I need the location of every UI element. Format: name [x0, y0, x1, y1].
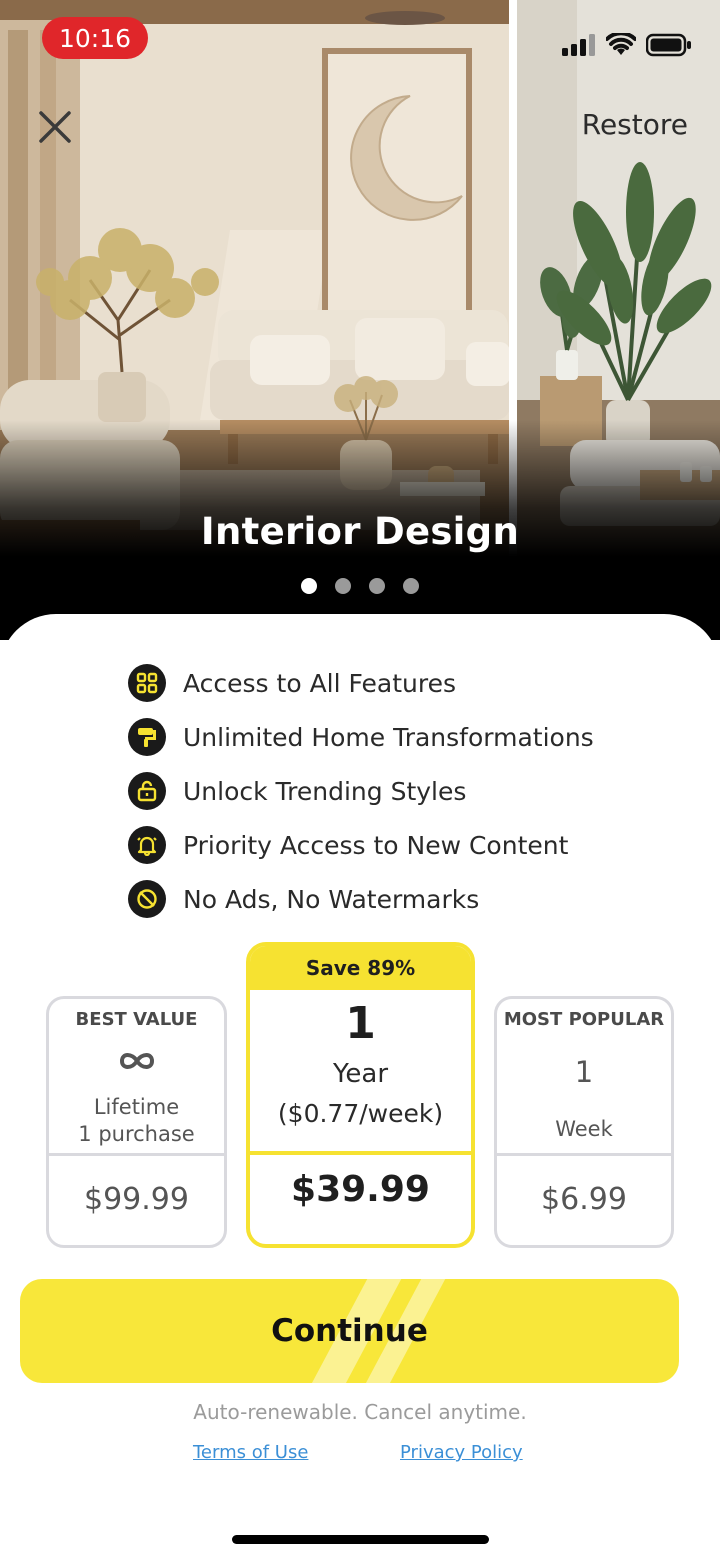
- hero-image: Interior Design: [0, 0, 720, 640]
- cellular-signal-icon: [562, 34, 595, 56]
- feature-label: No Ads, No Watermarks: [183, 884, 480, 914]
- status-time: 10:16: [42, 17, 148, 59]
- plan-badge: BEST VALUE: [75, 1009, 198, 1030]
- feature-list: Access to All Features Unlimited Home Tr…: [128, 656, 594, 926]
- feature-item: Access to All Features: [128, 656, 594, 710]
- plan-divider: [250, 1151, 471, 1155]
- feature-label: Unlimited Home Transformations: [183, 722, 594, 752]
- feature-item: Unlock Trending Styles: [128, 764, 594, 818]
- feature-label: Access to All Features: [183, 668, 457, 698]
- plan-price: $99.99: [84, 1182, 189, 1217]
- plan-card-year[interactable]: Save 89% 1 Year ($0.77/week) $39.99: [246, 942, 475, 1248]
- feature-item: Unlimited Home Transformations: [128, 710, 594, 764]
- plan-divider: [49, 1153, 224, 1156]
- page-dot-4[interactable]: [403, 578, 419, 594]
- infinity-icon: [49, 1049, 224, 1073]
- plan-note: 1 purchase: [78, 1122, 195, 1146]
- unlock-icon: [128, 772, 166, 810]
- plan-duration: Lifetime: [93, 1095, 180, 1119]
- plan-unit: Year: [332, 1059, 389, 1089]
- plan-quantity: 1: [345, 998, 376, 1049]
- grid-icon: [128, 664, 166, 702]
- plan-per-week: ($0.77/week): [277, 1099, 444, 1128]
- paint-roller-icon: [128, 718, 166, 756]
- plan-price: $6.99: [541, 1182, 627, 1217]
- plan-divider: [497, 1153, 671, 1156]
- page-indicator: [0, 578, 720, 594]
- plan-card-week[interactable]: MOST POPULAR 1 Week $6.99: [494, 996, 674, 1248]
- privacy-link[interactable]: Privacy Policy: [400, 1442, 523, 1463]
- restore-button[interactable]: Restore: [582, 108, 688, 141]
- home-indicator[interactable]: [232, 1535, 489, 1544]
- plan-badge: MOST POPULAR: [503, 1009, 665, 1030]
- save-badge: Save 89%: [250, 946, 471, 990]
- terms-link[interactable]: Terms of Use: [193, 1442, 308, 1463]
- feature-label: Unlock Trending Styles: [183, 776, 467, 806]
- page-dot-3[interactable]: [369, 578, 385, 594]
- plan-quantity: 1: [574, 1055, 594, 1089]
- hero-title: Interior Design: [200, 510, 520, 553]
- close-button[interactable]: [34, 106, 76, 148]
- battery-icon: [646, 33, 691, 57]
- close-icon: [39, 111, 71, 143]
- wifi-icon: [606, 33, 636, 55]
- feature-item: No Ads, No Watermarks: [128, 872, 594, 926]
- bell-icon: [128, 826, 166, 864]
- continue-label: Continue: [271, 1313, 428, 1349]
- renewal-note: Auto-renewable. Cancel anytime.: [193, 1400, 527, 1424]
- feature-label: Priority Access to New Content: [183, 830, 569, 860]
- page-dot-2[interactable]: [335, 578, 351, 594]
- continue-button[interactable]: Continue: [20, 1279, 679, 1383]
- no-ads-icon: [128, 880, 166, 918]
- page-dot-1[interactable]: [301, 578, 317, 594]
- plan-card-lifetime[interactable]: BEST VALUE Lifetime 1 purchase $99.99: [46, 996, 227, 1248]
- plan-price: $39.99: [291, 1169, 430, 1210]
- paywall-screen: Interior Design 10:16 Restore Access to …: [0, 0, 720, 1560]
- feature-item: Priority Access to New Content: [128, 818, 594, 872]
- plan-unit: Week: [555, 1117, 613, 1141]
- status-icons: [562, 30, 692, 60]
